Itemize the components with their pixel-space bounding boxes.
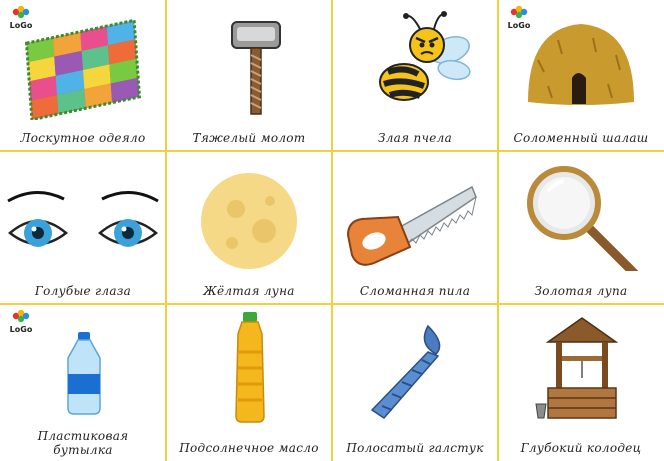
yellow-moon-icon	[201, 173, 297, 269]
card-label-line-2: бутылка	[53, 443, 113, 457]
card-bee[interactable]: Злая пчела	[332, 0, 498, 151]
striped-tie-icon	[370, 324, 441, 419]
card-label: Сломанная пила	[359, 284, 471, 298]
straw-hut-icon	[528, 24, 634, 105]
grid-divider	[497, 0, 499, 461]
broken-saw-icon	[346, 185, 477, 266]
card-hammer[interactable]: Тяжелый молот	[166, 0, 332, 151]
card-label: Подсолнечное масло	[179, 441, 319, 455]
magnifying-glass-icon	[527, 166, 639, 271]
card-well[interactable]: Глубокий колодец	[498, 304, 664, 461]
angry-bee-icon	[379, 11, 471, 101]
grid-divider	[331, 0, 333, 461]
card-oil[interactable]: Подсолнечное масло	[166, 304, 332, 461]
card-label: Голубые глаза	[34, 284, 132, 298]
sunflower-oil-icon	[235, 312, 265, 423]
card-label: Лоскутное одеяло	[20, 131, 146, 145]
plastic-bottle-icon	[67, 332, 101, 415]
card-label: Золотая лупа	[534, 284, 628, 298]
card-magnifier[interactable]: Золотая лупа	[498, 151, 664, 304]
water-well-icon	[535, 317, 619, 419]
card-label: Соломенный шалаш	[513, 131, 649, 145]
picture-card-grid: LoGo Лоскутное одеяло Тяжелый молот Злая…	[0, 0, 664, 461]
card-bottle[interactable]: LoGo Пластиковая бутылка	[0, 304, 166, 461]
card-saw[interactable]: Сломанная пила	[332, 151, 498, 304]
card-moon[interactable]: Жёлтая луна	[166, 151, 332, 304]
card-label: Пластиковая бутылка	[0, 429, 166, 457]
grid-divider	[0, 150, 664, 152]
grid-divider	[0, 303, 664, 305]
card-label: Глубокий колодец	[520, 441, 642, 455]
card-label: Жёлтая луна	[203, 284, 295, 298]
card-label: Тяжелый молот	[192, 131, 306, 145]
card-label: Полосатый галстук	[346, 441, 484, 455]
patchwork-quilt-icon	[24, 18, 142, 120]
card-tie[interactable]: Полосатый галстук	[332, 304, 498, 461]
blue-eyes-icon	[7, 191, 159, 247]
card-hut[interactable]: LoGo Соломенный шалаш	[498, 0, 664, 151]
hammer-icon	[231, 21, 281, 115]
card-quilt[interactable]: LoGo Лоскутное одеяло	[0, 0, 166, 151]
card-eyes[interactable]: Голубые глаза	[0, 151, 166, 304]
card-label-line-1: Пластиковая	[37, 429, 129, 443]
card-label: Злая пчела	[377, 131, 453, 145]
grid-divider	[165, 0, 167, 461]
